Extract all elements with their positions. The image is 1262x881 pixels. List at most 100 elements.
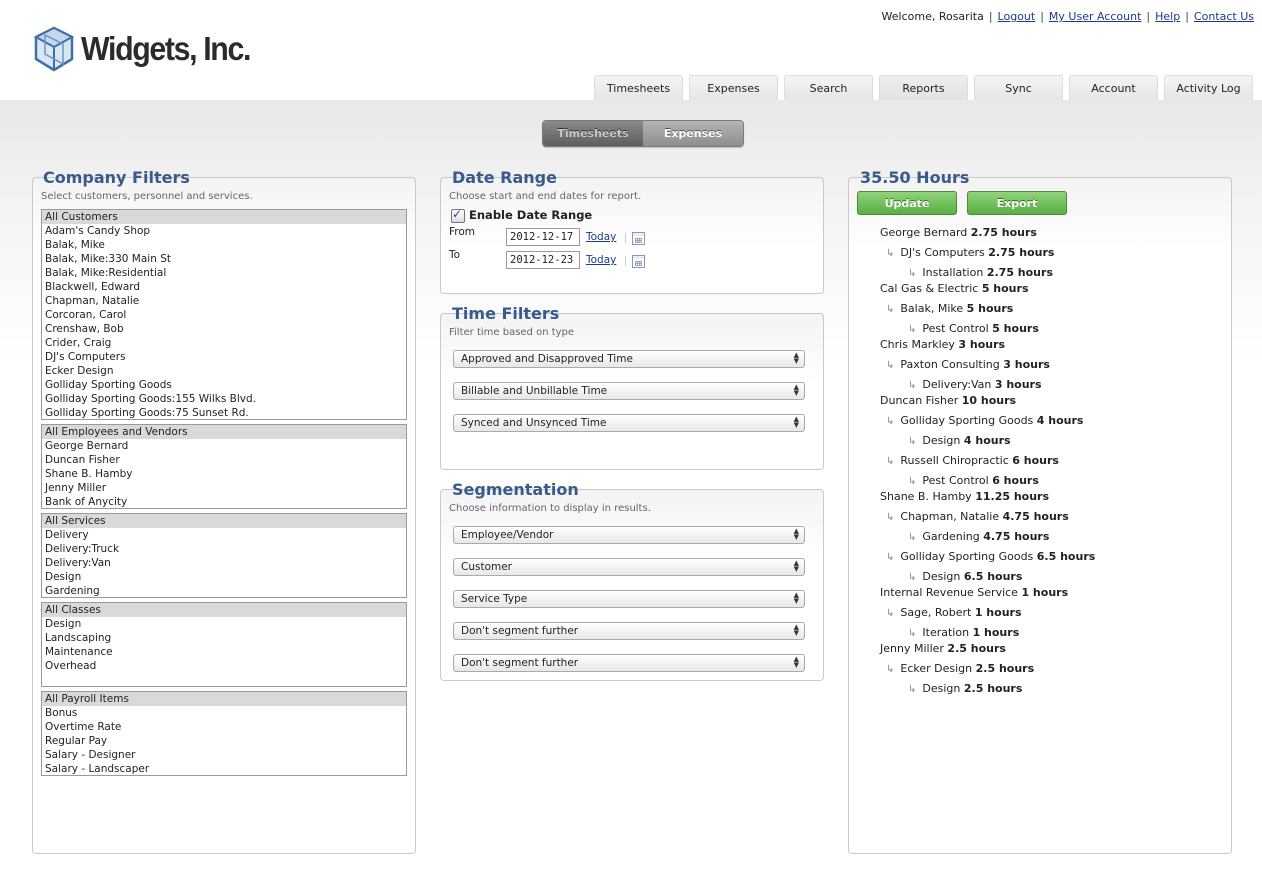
list-item[interactable]: Adam's Candy Shop [42, 224, 406, 238]
logo-text: Widgets, Inc. [81, 30, 251, 67]
list-item[interactable]: Bonus [42, 706, 406, 720]
tab-expenses[interactable]: Expenses [689, 75, 778, 100]
result-line-level-0: George Bernard 2.75 hours [880, 226, 1037, 239]
list-item[interactable]: Golliday Sporting Goods:75 Sunset Rd. [42, 406, 406, 419]
export-button[interactable]: Export [967, 191, 1067, 215]
to-date-input[interactable]: 2012-12-23 [506, 251, 580, 269]
result-line-level-1: ↳ Paxton Consulting 3 hours [886, 358, 1050, 371]
payroll-all-option[interactable]: All Payroll Items [42, 692, 406, 706]
classes-listbox[interactable]: All Classes Design Landscaping Maintenance O… [41, 602, 407, 687]
customers-listbox[interactable]: All Customers Adam's Candy Shop Balak, Mik… [41, 209, 407, 420]
help-link[interactable]: Help [1155, 10, 1180, 23]
date-range-panel: Date Range Choose start and end dates fo… [440, 169, 824, 294]
result-line-level-1: ↳ Sage, Robert 1 hours [886, 606, 1022, 619]
list-item[interactable]: Delivery [42, 528, 406, 542]
list-item[interactable]: Shane B. Hamby [42, 467, 406, 481]
list-item[interactable]: Balak, Mike:330 Main St [42, 252, 406, 266]
tab-reports[interactable]: Reports [879, 75, 968, 100]
to-today-link[interactable]: Today [586, 254, 616, 266]
result-name: George Bernard [880, 226, 968, 239]
result-name: Balak, Mike [900, 302, 964, 315]
company-filters-subtitle: Select customers, personnel and services… [41, 191, 253, 202]
list-item[interactable]: George Bernard [42, 439, 406, 453]
list-item[interactable]: Design [42, 570, 406, 584]
services-listbox[interactable]: All Services Delivery Delivery:Truck Delive… [41, 513, 407, 598]
list-item[interactable]: Overhead [42, 659, 406, 673]
tab-account[interactable]: Account [1069, 75, 1158, 100]
list-item[interactable]: Duncan Fisher [42, 453, 406, 467]
segment-5-select[interactable]: Don't segment further ▲ ▼ [453, 654, 805, 672]
list-item[interactable]: Regular Pay [42, 734, 406, 748]
customers-all-option[interactable]: All Customers [42, 210, 406, 224]
from-calendar-icon[interactable] [632, 232, 645, 245]
result-line-level-2: ↳ Delivery:Van 3 hours [908, 378, 1042, 391]
time-filters-title: Time Filters [452, 304, 560, 323]
list-item[interactable]: Chapman, Natalie [42, 294, 406, 308]
separator [625, 256, 626, 266]
segment-1-select[interactable]: Employee/Vendor ▲ ▼ [453, 526, 805, 544]
employees-all-option[interactable]: All Employees and Vendors [42, 425, 406, 439]
approval-filter-select[interactable]: Approved and Disapproved Time ▲ ▼ [453, 350, 805, 368]
result-hours: 4 hours [963, 434, 1011, 447]
sync-filter-select[interactable]: Synced and Unsynced Time ▲ ▼ [453, 414, 805, 432]
list-item[interactable]: Jenny Miller [42, 481, 406, 495]
classes-all-option[interactable]: All Classes [42, 603, 406, 617]
list-item[interactable]: DJ's Computers [42, 350, 406, 364]
result-name: Chris Markley [880, 338, 955, 351]
tree-arrow-icon: ↳ [908, 532, 917, 543]
to-calendar-icon[interactable] [632, 255, 645, 268]
services-all-option[interactable]: All Services [42, 514, 406, 528]
employees-listbox[interactable]: All Employees and Vendors George Bernard D… [41, 424, 407, 509]
list-item[interactable]: Golliday Sporting Goods [42, 378, 406, 392]
tab-sync[interactable]: Sync [974, 75, 1063, 100]
toggle-timesheets[interactable]: Timesheets [543, 121, 643, 146]
tree-arrow-icon: ↳ [908, 572, 917, 583]
logout-link[interactable]: Logout [998, 10, 1036, 23]
result-name: Internal Revenue Service [880, 586, 1018, 599]
segmentation-subtitle: Choose information to display in results… [449, 503, 651, 514]
tree-arrow-icon: ↳ [908, 324, 917, 335]
list-item[interactable]: Crenshaw, Bob [42, 322, 406, 336]
result-line-level-2: ↳ Design 2.5 hours [908, 682, 1022, 695]
contact-us-link[interactable]: Contact Us [1194, 10, 1254, 23]
list-item[interactable]: Delivery:Van [42, 556, 406, 570]
list-item[interactable]: Golliday Sporting Goods:155 Wilks Blvd. [42, 392, 406, 406]
list-item[interactable]: Ecker Design [42, 364, 406, 378]
tree-arrow-icon: ↳ [908, 628, 917, 639]
result-hours: 6 hours [1012, 454, 1059, 467]
list-item[interactable]: Delivery:Truck [42, 542, 406, 556]
my-user-account-link[interactable]: My User Account [1049, 10, 1141, 23]
payroll-listbox[interactable]: All Payroll Items Bonus Overtime Rate Regul… [41, 691, 407, 776]
tab-activity-log[interactable]: Activity Log [1164, 75, 1253, 100]
list-item[interactable]: Salary - Designer [42, 748, 406, 762]
tree-arrow-icon: ↳ [886, 512, 895, 523]
list-item[interactable]: Corcoran, Carol [42, 308, 406, 322]
billable-filter-select[interactable]: Billable and Unbillable Time ▲ ▼ [453, 382, 805, 400]
tab-search[interactable]: Search [784, 75, 873, 100]
result-line-level-2: ↳ Gardening 4.75 hours [908, 530, 1049, 543]
list-item[interactable]: Design [42, 617, 406, 631]
segment-4-select[interactable]: Don't segment further ▲ ▼ [453, 622, 805, 640]
list-item[interactable]: Overtime Rate [42, 720, 406, 734]
list-item[interactable]: Bank of Anycity [42, 495, 406, 508]
result-name: Jenny Miller [880, 642, 944, 655]
list-item[interactable]: Balak, Mike:Residential [42, 266, 406, 280]
update-button[interactable]: Update [857, 191, 957, 215]
segment-3-select[interactable]: Service Type ▲ ▼ [453, 590, 805, 608]
list-item[interactable]: Crider, Craig [42, 336, 406, 350]
segmentation-panel: Segmentation Choose information to displ… [440, 481, 824, 681]
tree-arrow-icon: ↳ [908, 436, 917, 447]
result-name: Gardening [922, 530, 980, 543]
from-date-input[interactable]: 2012-12-17 [506, 228, 580, 246]
list-item[interactable]: Balak, Mike [42, 238, 406, 252]
list-item[interactable]: Landscaping [42, 631, 406, 645]
toggle-expenses[interactable]: Expenses [643, 121, 743, 146]
list-item[interactable]: Blackwell, Edward [42, 280, 406, 294]
enable-date-range-checkbox[interactable] [451, 207, 465, 223]
list-item[interactable]: Gardening [42, 584, 406, 597]
list-item[interactable]: Salary - Landscaper [42, 762, 406, 775]
tab-timesheets[interactable]: Timesheets [594, 75, 683, 100]
list-item[interactable]: Maintenance [42, 645, 406, 659]
segment-2-select[interactable]: Customer ▲ ▼ [453, 558, 805, 576]
from-today-link[interactable]: Today [586, 231, 616, 243]
